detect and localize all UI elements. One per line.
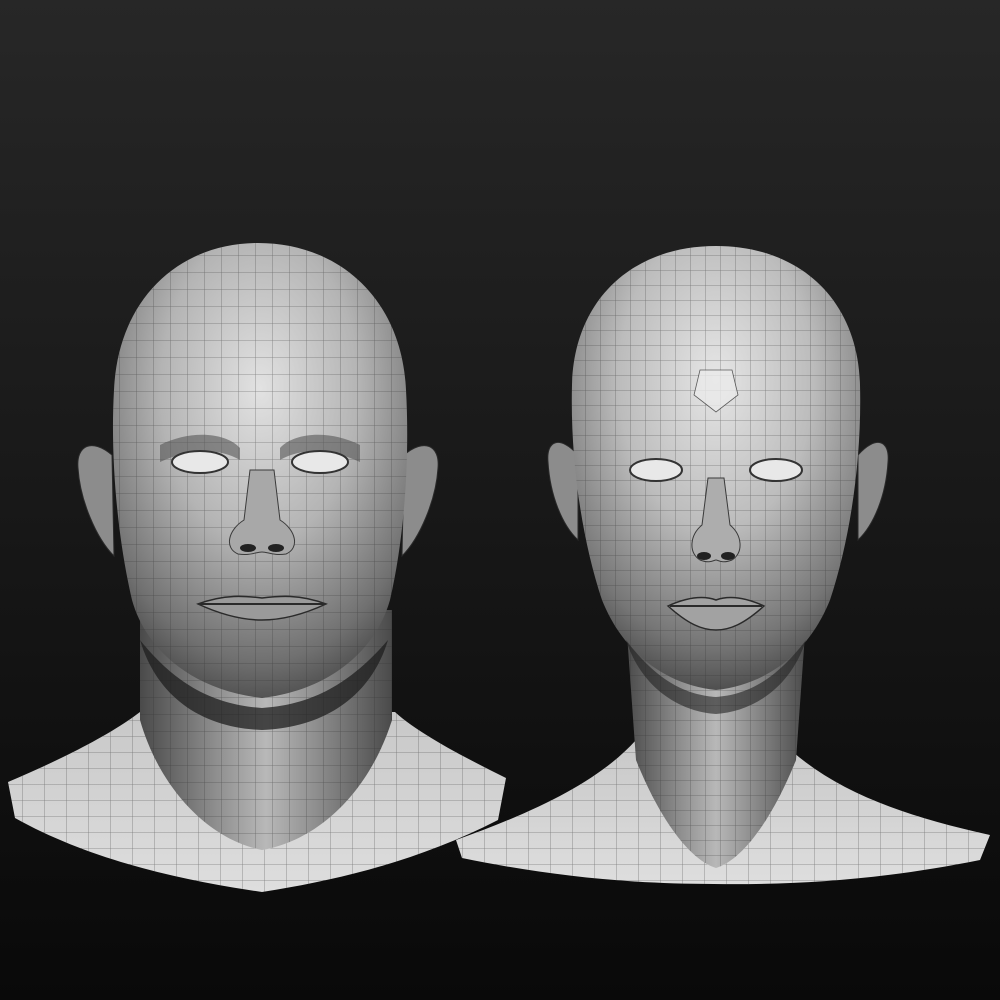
render-viewport (0, 0, 1000, 1000)
male-right-eye (291, 450, 349, 474)
female-left-eye (629, 458, 683, 482)
scene-svg (0, 0, 1000, 1000)
male-left-eye (171, 450, 229, 474)
female-right-eye (749, 458, 803, 482)
